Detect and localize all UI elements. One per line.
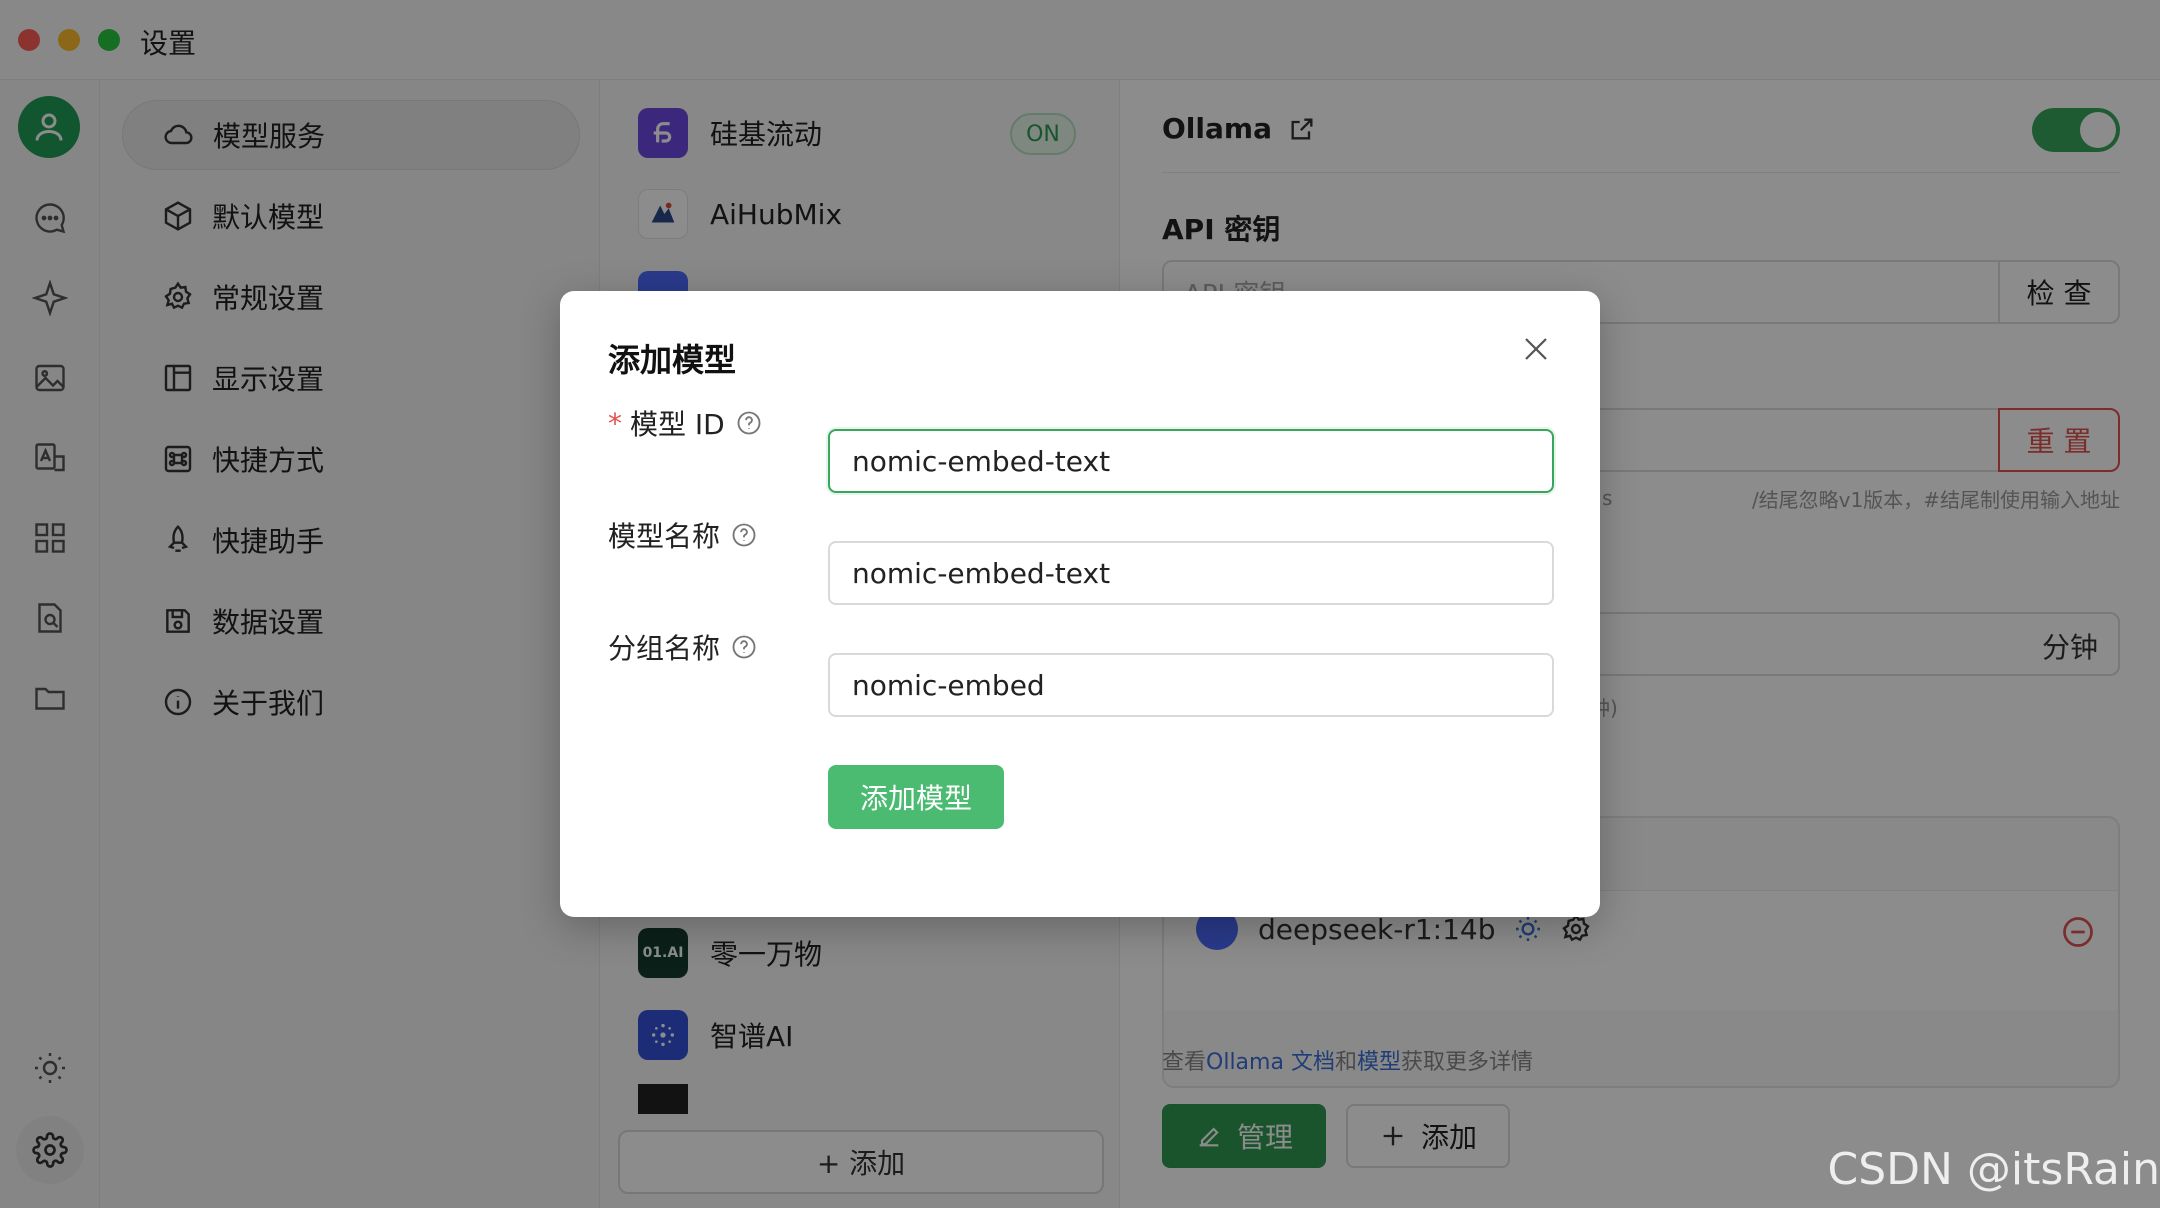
close-icon[interactable]: [1516, 329, 1556, 369]
group-name-label: 分组名称: [608, 627, 758, 667]
model-name-label-text: 模型名称: [608, 520, 721, 553]
model-id-label: * 模型 ID: [608, 403, 763, 443]
add-model-dialog: 添加模型 * 模型 ID 模型名称 分组名称 添加模型: [560, 291, 1600, 917]
model-id-label-text: 模型 ID: [630, 408, 725, 441]
help-icon[interactable]: [730, 633, 758, 661]
dialog-title: 添加模型: [608, 341, 737, 379]
required-asterisk: *: [608, 406, 622, 440]
group-name-input[interactable]: [828, 653, 1554, 717]
help-icon[interactable]: [735, 409, 763, 437]
watermark: CSDN @itsRain: [1827, 1144, 2160, 1195]
model-id-input[interactable]: [828, 429, 1554, 493]
help-icon[interactable]: [730, 521, 758, 549]
group-name-label-text: 分组名称: [608, 632, 721, 665]
model-name-label: 模型名称: [608, 515, 758, 555]
model-name-input[interactable]: [828, 541, 1554, 605]
submit-add-model-button[interactable]: 添加模型: [828, 765, 1004, 829]
